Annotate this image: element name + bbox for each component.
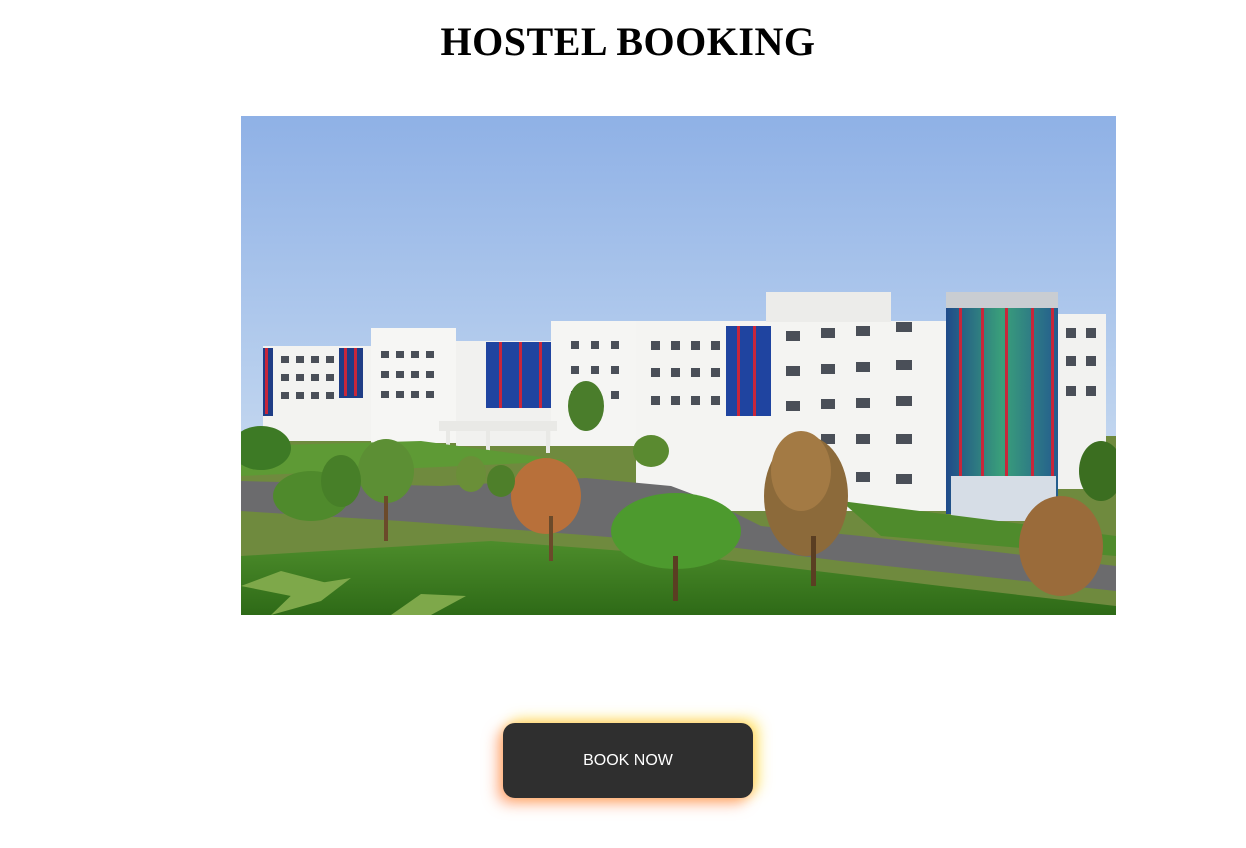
hostel-building-image [241,116,1116,615]
book-now-button[interactable]: BOOK NOW [503,723,753,798]
page-title: HOSTEL BOOKING [440,19,816,64]
